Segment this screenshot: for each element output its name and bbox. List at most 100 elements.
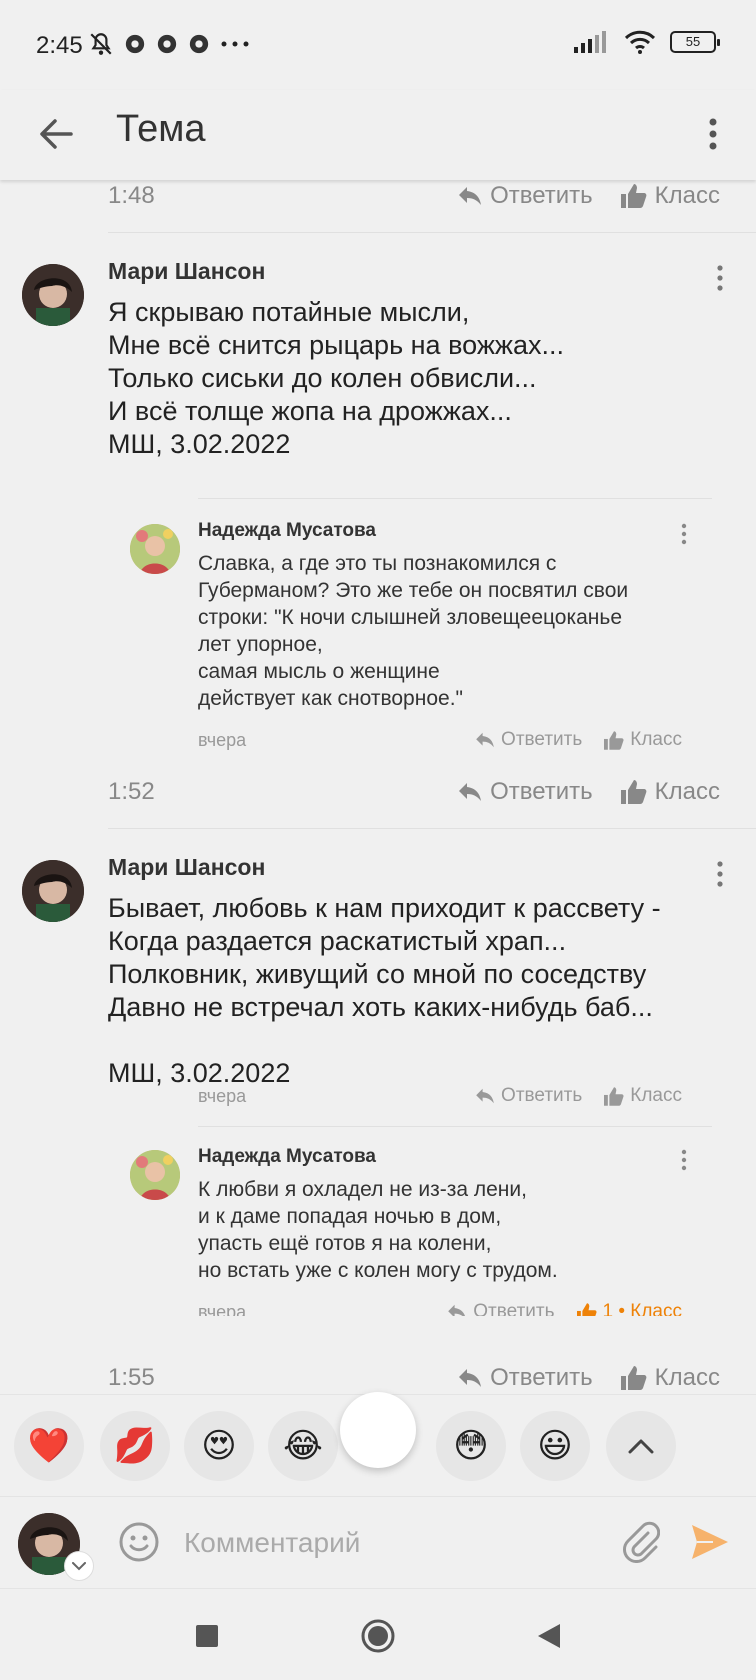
thumbs-up-icon (604, 1086, 624, 1106)
avatar[interactable] (22, 860, 84, 922)
account-switch-button[interactable] (64, 1551, 94, 1581)
chrome-icon (125, 34, 145, 54)
divider (108, 232, 756, 233)
chevron-down-icon (72, 1561, 86, 1570)
reply-text: Славка, а где это ты познакомился с Губе… (198, 552, 629, 710)
attach-button[interactable] (620, 1519, 661, 1568)
chevron-up-icon (628, 1439, 654, 1454)
bell-off-icon (90, 33, 112, 55)
divider (198, 498, 712, 499)
reply-button[interactable]: Ответить (475, 1085, 582, 1107)
like-button[interactable]: Класс (620, 778, 720, 806)
reply-meta: вчера Ответить 1 • Класс (198, 1302, 682, 1316)
comment-author[interactable]: Мари Шансон (108, 854, 265, 881)
reaction-tears-of-joy-button[interactable]: 😂 (268, 1411, 338, 1481)
comment-composer (0, 1496, 756, 1588)
reply-button[interactable]: Ответить (458, 778, 593, 806)
reply-icon (476, 732, 494, 748)
more-menu-button[interactable] (698, 110, 728, 158)
like-button[interactable]: Класс (604, 729, 682, 751)
divider (198, 1126, 712, 1127)
signal-icon (574, 31, 606, 53)
wifi-icon (624, 30, 656, 54)
reply-icon (459, 783, 482, 801)
comment-time: 1:55 (108, 1364, 155, 1391)
send-icon (692, 1525, 728, 1559)
avatar-image (22, 264, 84, 326)
reaction-kiss-button[interactable]: 💋 (100, 1411, 170, 1481)
reply-menu-button[interactable] (674, 1140, 694, 1180)
comment-text: Я скрываю потайные мысли, Мне всё снится… (108, 297, 564, 459)
thumbs-up-icon (604, 730, 624, 750)
more-notifications-icon (221, 41, 249, 47)
expand-reactions-button[interactable] (606, 1411, 676, 1481)
system-icons: 55 (574, 30, 720, 54)
thumbs-up-icon (576, 1302, 597, 1316)
reply-time: вчера (198, 730, 247, 750)
comment-author[interactable]: Мари Шансон (108, 258, 265, 285)
circle-icon (361, 1619, 395, 1653)
comment-input[interactable] (184, 1521, 564, 1565)
chrome-icon (189, 34, 209, 54)
avatar-image (22, 860, 84, 922)
home-button[interactable] (353, 1611, 403, 1661)
battery-icon: 55 (670, 31, 720, 53)
reply-author[interactable]: Надежда Мусатова (198, 1146, 376, 1168)
send-button[interactable] (690, 1523, 730, 1566)
like-button[interactable]: Класс (620, 182, 720, 210)
comment-menu-button[interactable] (710, 258, 730, 298)
kebab-menu-icon (717, 265, 723, 291)
comment-inline-meta: вчера Ответить Класс (198, 1080, 682, 1112)
comments-feed[interactable]: 1:48 Ответить Класс Мари Шансон Я скрыва… (0, 180, 756, 1394)
reply-button[interactable]: Ответить (458, 1364, 593, 1392)
reply-text: К любви я охладел не из-за лени, и к дам… (198, 1178, 558, 1282)
reply-meta: вчера Ответить Класс (198, 724, 682, 756)
avatar-image (130, 1150, 180, 1200)
avatar[interactable] (22, 264, 84, 326)
comment-menu-button[interactable] (710, 854, 730, 894)
reply-time: вчера (198, 1302, 247, 1316)
comment-time: 1:52 (108, 778, 155, 805)
paperclip-icon (623, 1521, 661, 1563)
emoji-button[interactable] (118, 1521, 160, 1568)
reply-icon (448, 1304, 466, 1316)
status-time: 2:45 (36, 32, 83, 59)
reaction-drag-handle[interactable] (340, 1392, 416, 1468)
like-button[interactable]: Класс (620, 1364, 720, 1392)
reaction-smile-button[interactable]: 😃 (520, 1411, 590, 1481)
like-button-active[interactable]: 1 • Класс (576, 1302, 682, 1316)
system-nav-bar (0, 1588, 756, 1680)
status-bar: 2:45 55 (0, 0, 756, 90)
reply-icon (476, 1088, 494, 1104)
reply-button[interactable]: Ответить (458, 182, 593, 210)
recents-button[interactable] (182, 1611, 232, 1661)
comment-inline-time: вчера (198, 1086, 247, 1106)
thumbs-up-icon (620, 184, 647, 208)
reply-button[interactable]: Ответить (475, 729, 582, 751)
reply-avatar[interactable] (130, 524, 180, 574)
reaction-heart-eyes-button[interactable]: 😍 (184, 1411, 254, 1481)
back-button[interactable] (32, 110, 80, 158)
thumbs-up-icon (620, 780, 647, 804)
smiley-icon (119, 1522, 159, 1562)
avatar-image (130, 524, 180, 574)
kebab-menu-icon (681, 523, 687, 545)
app-header: Тема (0, 90, 756, 180)
reply-button[interactable]: Ответить (447, 1302, 555, 1316)
reply-icon (459, 187, 482, 205)
reaction-flushed-button[interactable]: 😳 (436, 1411, 506, 1481)
reply-author[interactable]: Надежда Мусатова (198, 520, 376, 542)
reaction-heart-button[interactable]: ❤️ (14, 1411, 84, 1481)
reply-avatar[interactable] (130, 1150, 180, 1200)
divider (108, 828, 756, 829)
arrow-left-icon (40, 119, 73, 149)
kebab-menu-icon (717, 861, 723, 887)
comment-meta: 1:55 Ответить Класс (108, 1358, 720, 1394)
reply-menu-button[interactable] (674, 514, 694, 554)
like-button[interactable]: Класс (604, 1085, 682, 1107)
comment-time: 1:48 (108, 182, 155, 209)
comment-text: Бывает, любовь к нам приходит к рассвету… (108, 893, 661, 1088)
back-nav-button[interactable] (524, 1611, 574, 1661)
chrome-icon (157, 34, 177, 54)
square-icon (196, 1625, 218, 1647)
